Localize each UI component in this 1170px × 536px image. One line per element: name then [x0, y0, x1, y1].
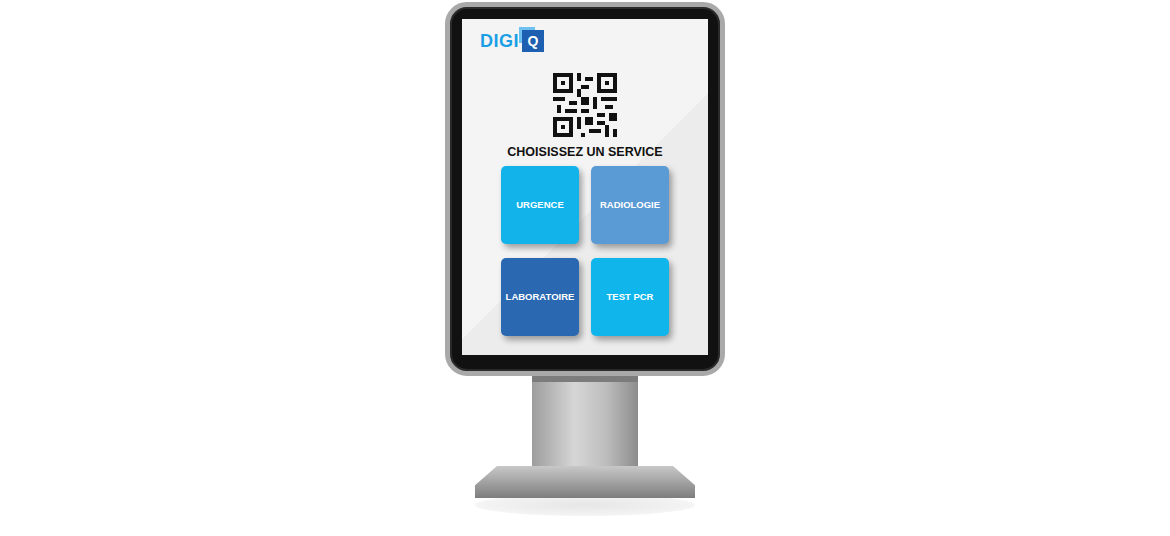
service-tile[interactable]: TEST PCR — [591, 258, 669, 336]
service-label: TEST PCR — [607, 290, 654, 304]
logo-text: DIGI — [480, 30, 519, 52]
kiosk-base — [475, 466, 695, 498]
service-label: RADIOLOGIE — [600, 198, 660, 212]
logo-badge: Q — [522, 30, 544, 52]
service-label: LABORATOIRE — [506, 290, 575, 304]
service-tile[interactable]: LABORATOIRE — [501, 258, 579, 336]
logo-badge-text: Q — [522, 30, 544, 52]
service-grid: URGENCE RADIOLOGIE LABORATOIRE TEST PCR — [501, 166, 669, 336]
kiosk-screen: DIGI Q CHOIS — [462, 19, 708, 355]
service-tile[interactable]: RADIOLOGIE — [591, 166, 669, 244]
service-tile[interactable]: URGENCE — [501, 166, 579, 244]
kiosk-frame: DIGI Q CHOIS — [445, 2, 725, 376]
logo: DIGI Q — [462, 29, 544, 53]
kiosk-pole — [532, 376, 638, 466]
service-label: URGENCE — [516, 198, 564, 212]
heading: CHOISISSEZ UN SERVICE — [507, 145, 662, 160]
kiosk-illustration: DIGI Q CHOIS — [0, 0, 1170, 536]
qr-code-icon — [553, 73, 617, 137]
